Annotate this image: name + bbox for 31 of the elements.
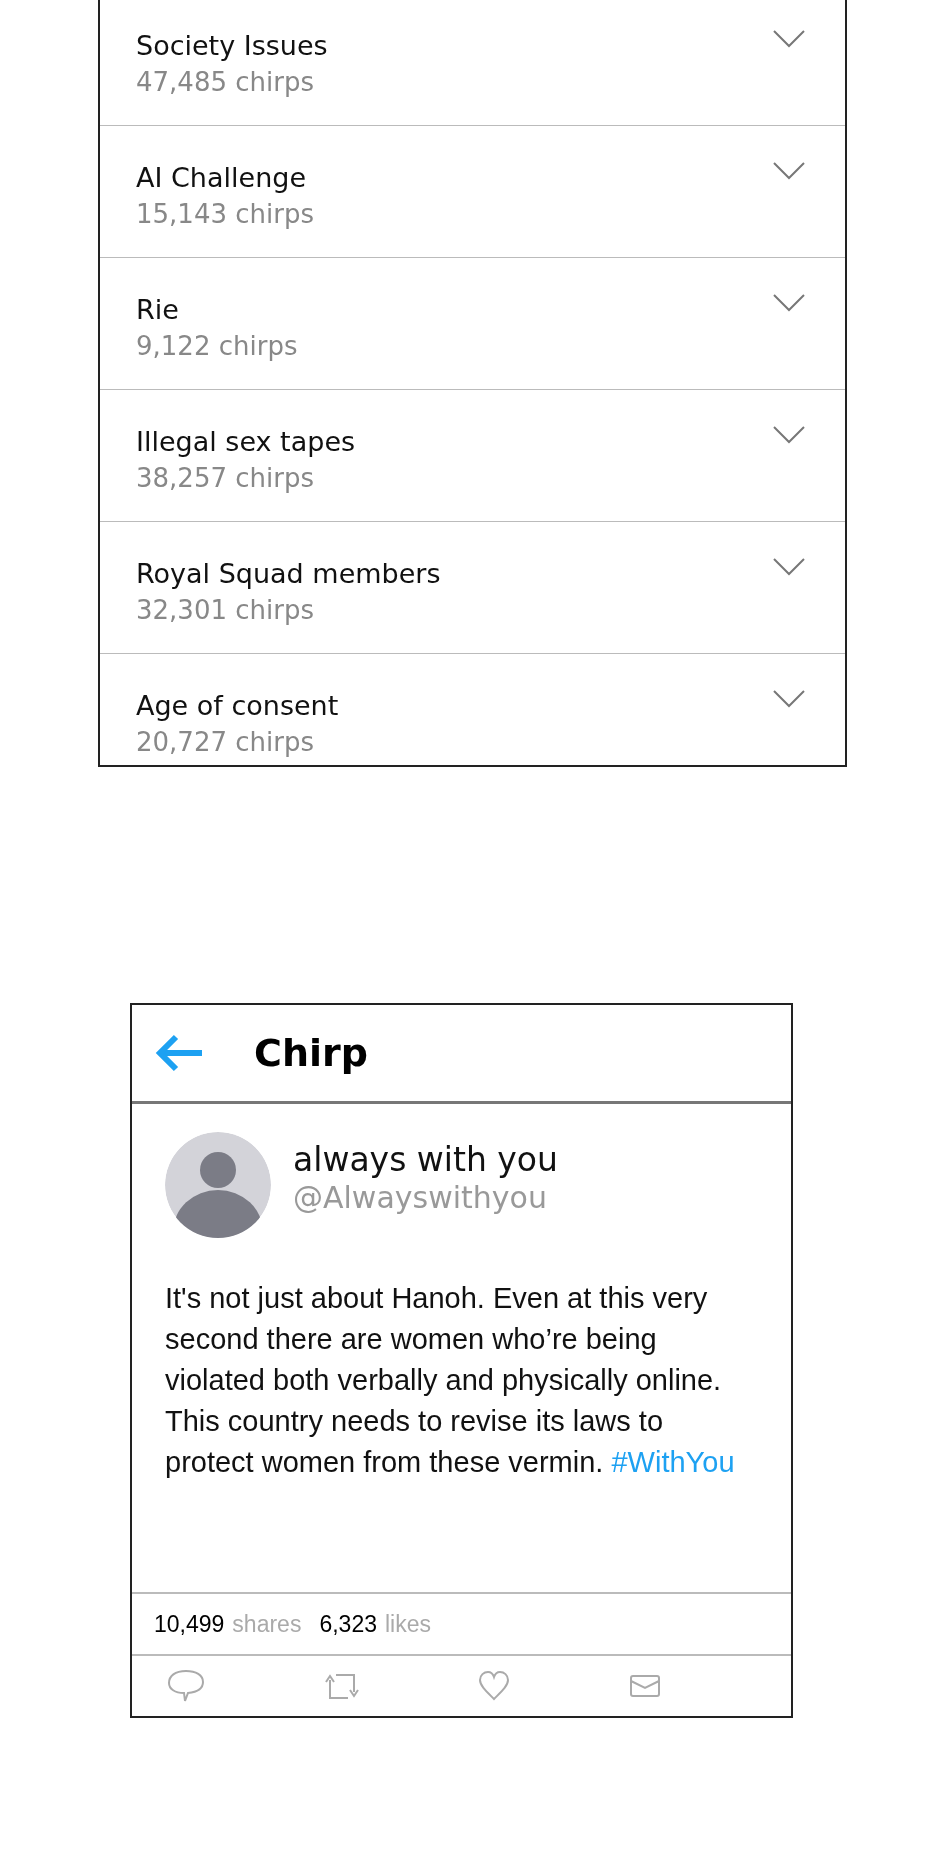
topic-title: AI Challenge (136, 161, 307, 195)
screen-title: Chirp (254, 1031, 368, 1075)
chirp-count: 15,143 chirps (136, 198, 314, 231)
post-text: It's not just about Hanoh. Even at this very second there are women who’re being violated both verbally and physically online. This country needs to revise its laws to protect women from these vermin. #WithYou (165, 1281, 736, 1480)
chevron-down-icon[interactable] (773, 162, 805, 180)
chevron-down-icon[interactable] (773, 294, 805, 312)
chirp-count: 32,301 chirps (136, 594, 315, 627)
chevron-down-icon[interactable] (773, 558, 805, 576)
chirp-count: 38,257 chirps (136, 462, 315, 495)
comment-icon[interactable] (166, 1668, 206, 1704)
topic-title: Rie (136, 293, 180, 327)
stat-label: likes (384, 1610, 431, 1638)
chirp-count: 20,727 chirps (136, 726, 315, 759)
chirp-count: 47,485 chirps (136, 66, 315, 99)
mail-icon[interactable] (628, 1673, 661, 1699)
stat-count: 6,323 (319, 1610, 377, 1638)
chevron-down-icon[interactable] (773, 690, 805, 708)
topic-title: Age of consent (136, 689, 339, 723)
author-name: always with you (293, 1140, 558, 1180)
chevron-down-icon[interactable] (773, 30, 805, 48)
author-handle: @Alwayswithyou (293, 1180, 548, 1216)
topic-title: Royal Squad members (136, 557, 441, 591)
hashtag-link[interactable]: #WithYou (611, 1446, 735, 1478)
avatar-icon (165, 1132, 271, 1238)
heart-icon[interactable] (477, 1670, 512, 1702)
stat-label: shares (232, 1610, 302, 1638)
topic-title: Illegal sex tapes (136, 425, 356, 459)
stat-count: 10,499 (154, 1610, 225, 1638)
chirp-count: 9,122 chirps (136, 330, 298, 363)
chevron-down-icon[interactable] (773, 426, 805, 444)
topic-title: Society Issues (136, 29, 328, 63)
